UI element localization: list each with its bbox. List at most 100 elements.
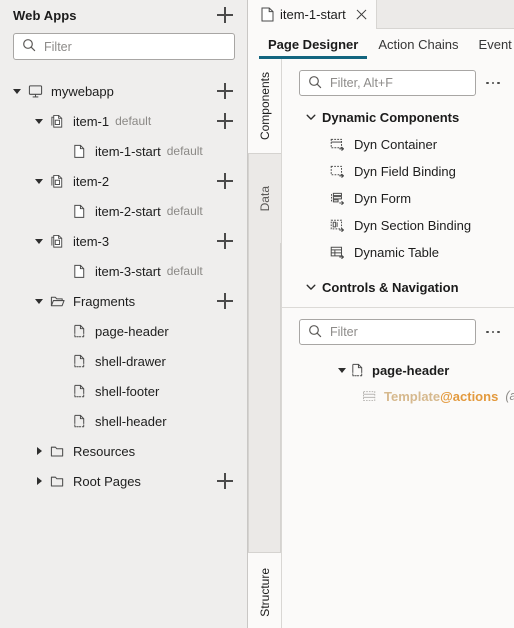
tree-item-mywebapp[interactable]: mywebapp — [0, 76, 247, 106]
folder-icon — [48, 444, 66, 459]
dynamic-table-icon — [329, 245, 345, 260]
component-item-dyn-section-binding[interactable]: Dyn Section Binding — [282, 212, 514, 239]
pages-icon — [48, 174, 66, 189]
panel-content: Filter, Alt+F Dynamic Components Dyn Cont… — [281, 59, 514, 628]
close-icon[interactable] — [355, 8, 368, 21]
add-button-item-3[interactable] — [215, 231, 235, 251]
component-item-label: Dyn Section Binding — [354, 218, 472, 233]
add-web-app-button[interactable] — [215, 5, 235, 25]
tree-item-label: item-3-start — [95, 263, 161, 279]
triangle — [35, 298, 43, 304]
structure-node-template[interactable]: Template@actions (actions) — [282, 383, 514, 409]
vertical-tab-components[interactable]: Components — [248, 59, 281, 153]
web-apps-filter[interactable]: Filter — [13, 33, 235, 60]
tab-page-designer[interactable]: Page Designer — [258, 37, 368, 59]
structure-node-label: Template — [384, 388, 441, 404]
tree-item-item-3-start[interactable]: item-3-start default — [0, 256, 247, 286]
tree-item-badge: default — [166, 204, 203, 218]
web-apps-header: Web Apps — [0, 0, 247, 30]
structure-filter[interactable]: Filter — [299, 319, 476, 345]
structure-node-note: (actions) — [505, 389, 514, 403]
tree-item-badge: default — [115, 114, 152, 128]
tree-item-shell-footer[interactable]: shell-footer — [0, 376, 247, 406]
add-button-Fragments[interactable] — [215, 291, 235, 311]
component-item-dyn-form[interactable]: Dyn Form — [282, 185, 514, 212]
tabstrip-filler — [375, 0, 514, 29]
structure-node-page-header[interactable]: page-header — [282, 357, 514, 383]
dyn-section-binding-icon — [329, 218, 345, 233]
editor-subtabs: Page DesignerAction ChainsEvent Li — [248, 29, 514, 59]
tree-item-label: item-3 — [73, 233, 110, 249]
kebab-menu-icon[interactable] — [480, 319, 506, 345]
web-apps-panel: Web Apps Filter mywebapp item-1 default ite… — [0, 0, 248, 628]
kebab-dot — [497, 330, 500, 334]
chevron-down-icon[interactable] — [8, 88, 26, 94]
page-icon — [70, 264, 88, 279]
fragment-icon — [70, 414, 88, 429]
tree-item-label: mywebapp — [51, 83, 114, 99]
chevron-right-icon[interactable] — [30, 477, 48, 485]
chevron-down-icon[interactable] — [30, 298, 48, 304]
tree-item-badge: default — [166, 264, 203, 278]
components-groups: Dynamic Components Dyn Container Dyn Field… — [282, 103, 514, 301]
template-icon — [361, 389, 377, 404]
add-button-item-1[interactable] — [215, 111, 235, 131]
chevron-down-icon[interactable] — [334, 367, 349, 373]
component-item-label: Dyn Form — [354, 191, 412, 206]
fragment-icon — [70, 324, 88, 339]
tree-item-shell-drawer[interactable]: shell-drawer — [0, 346, 247, 376]
fragment-icon — [349, 363, 365, 378]
tree-item-item-2-start[interactable]: item-2-start default — [0, 196, 247, 226]
chevron-down-icon[interactable] — [302, 111, 320, 123]
tree-item-page-header[interactable]: page-header — [0, 316, 247, 346]
add-button-Root Pages[interactable] — [215, 471, 235, 491]
vertical-tab-structure[interactable]: Structure — [248, 556, 281, 628]
tree-item-item-1[interactable]: item-1 default — [0, 106, 247, 136]
folder-icon — [48, 474, 66, 489]
component-item-dyn-container[interactable]: Dyn Container — [282, 131, 514, 158]
search-icon — [22, 38, 36, 55]
kebab-dot — [491, 81, 495, 85]
document-tab-label: item-1-start — [280, 7, 346, 22]
component-item-label: Dyn Container — [354, 137, 438, 152]
add-button-mywebapp[interactable] — [215, 81, 235, 101]
tree-item-label: item-1 — [73, 113, 110, 129]
tree-item-shell-header[interactable]: shell-header — [0, 406, 247, 436]
vertical-tab-data[interactable]: Data — [248, 153, 281, 243]
component-item-dynamic-table[interactable]: Dynamic Table — [282, 239, 514, 266]
pages-icon — [48, 114, 66, 129]
page-icon — [70, 204, 88, 219]
tree-item-Fragments[interactable]: Fragments — [0, 286, 247, 316]
tree-item-Root Pages[interactable]: Root Pages — [0, 466, 247, 496]
fragment-icon — [70, 384, 88, 399]
tree-item-item-3[interactable]: item-3 — [0, 226, 247, 256]
tab-event-li[interactable]: Event Li — [469, 37, 514, 59]
add-button-item-2[interactable] — [215, 171, 235, 191]
kebab-dot — [486, 330, 489, 334]
chevron-down-icon[interactable] — [30, 118, 48, 124]
vertical-tab-rail: Components Data Structure — [248, 59, 281, 628]
chevron-down-icon[interactable] — [30, 178, 48, 184]
chevron-down-icon[interactable] — [302, 281, 320, 293]
component-group-title: Controls & Navigation — [322, 279, 459, 295]
tree-item-item-2[interactable]: item-2 — [0, 166, 247, 196]
components-section: Filter, Alt+F Dynamic Components Dyn Cont… — [282, 59, 514, 301]
triangle — [35, 178, 43, 184]
tree-item-item-1-start[interactable]: item-1-start default — [0, 136, 247, 166]
kebab-menu-icon[interactable] — [480, 70, 506, 96]
search-icon — [308, 75, 322, 92]
component-item-dyn-field-binding[interactable]: Dyn Field Binding — [282, 158, 514, 185]
web-apps-tree: mywebapp item-1 default item-1-start default… — [0, 76, 247, 628]
document-tab-item-1-start[interactable]: item-1-start — [248, 0, 376, 29]
component-group-controls-navigation[interactable]: Controls & Navigation — [282, 273, 514, 301]
tree-item-label: shell-footer — [95, 383, 160, 399]
tree-item-label: item-2 — [73, 173, 110, 189]
chevron-down-icon[interactable] — [30, 238, 48, 244]
component-group-dynamic-components[interactable]: Dynamic Components — [282, 103, 514, 131]
triangle — [35, 238, 43, 244]
tab-action-chains[interactable]: Action Chains — [368, 37, 468, 59]
chevron-right-icon[interactable] — [30, 447, 48, 455]
components-filter[interactable]: Filter, Alt+F — [299, 70, 476, 96]
tree-item-label: Resources — [73, 443, 136, 459]
tree-item-Resources[interactable]: Resources — [0, 436, 247, 466]
